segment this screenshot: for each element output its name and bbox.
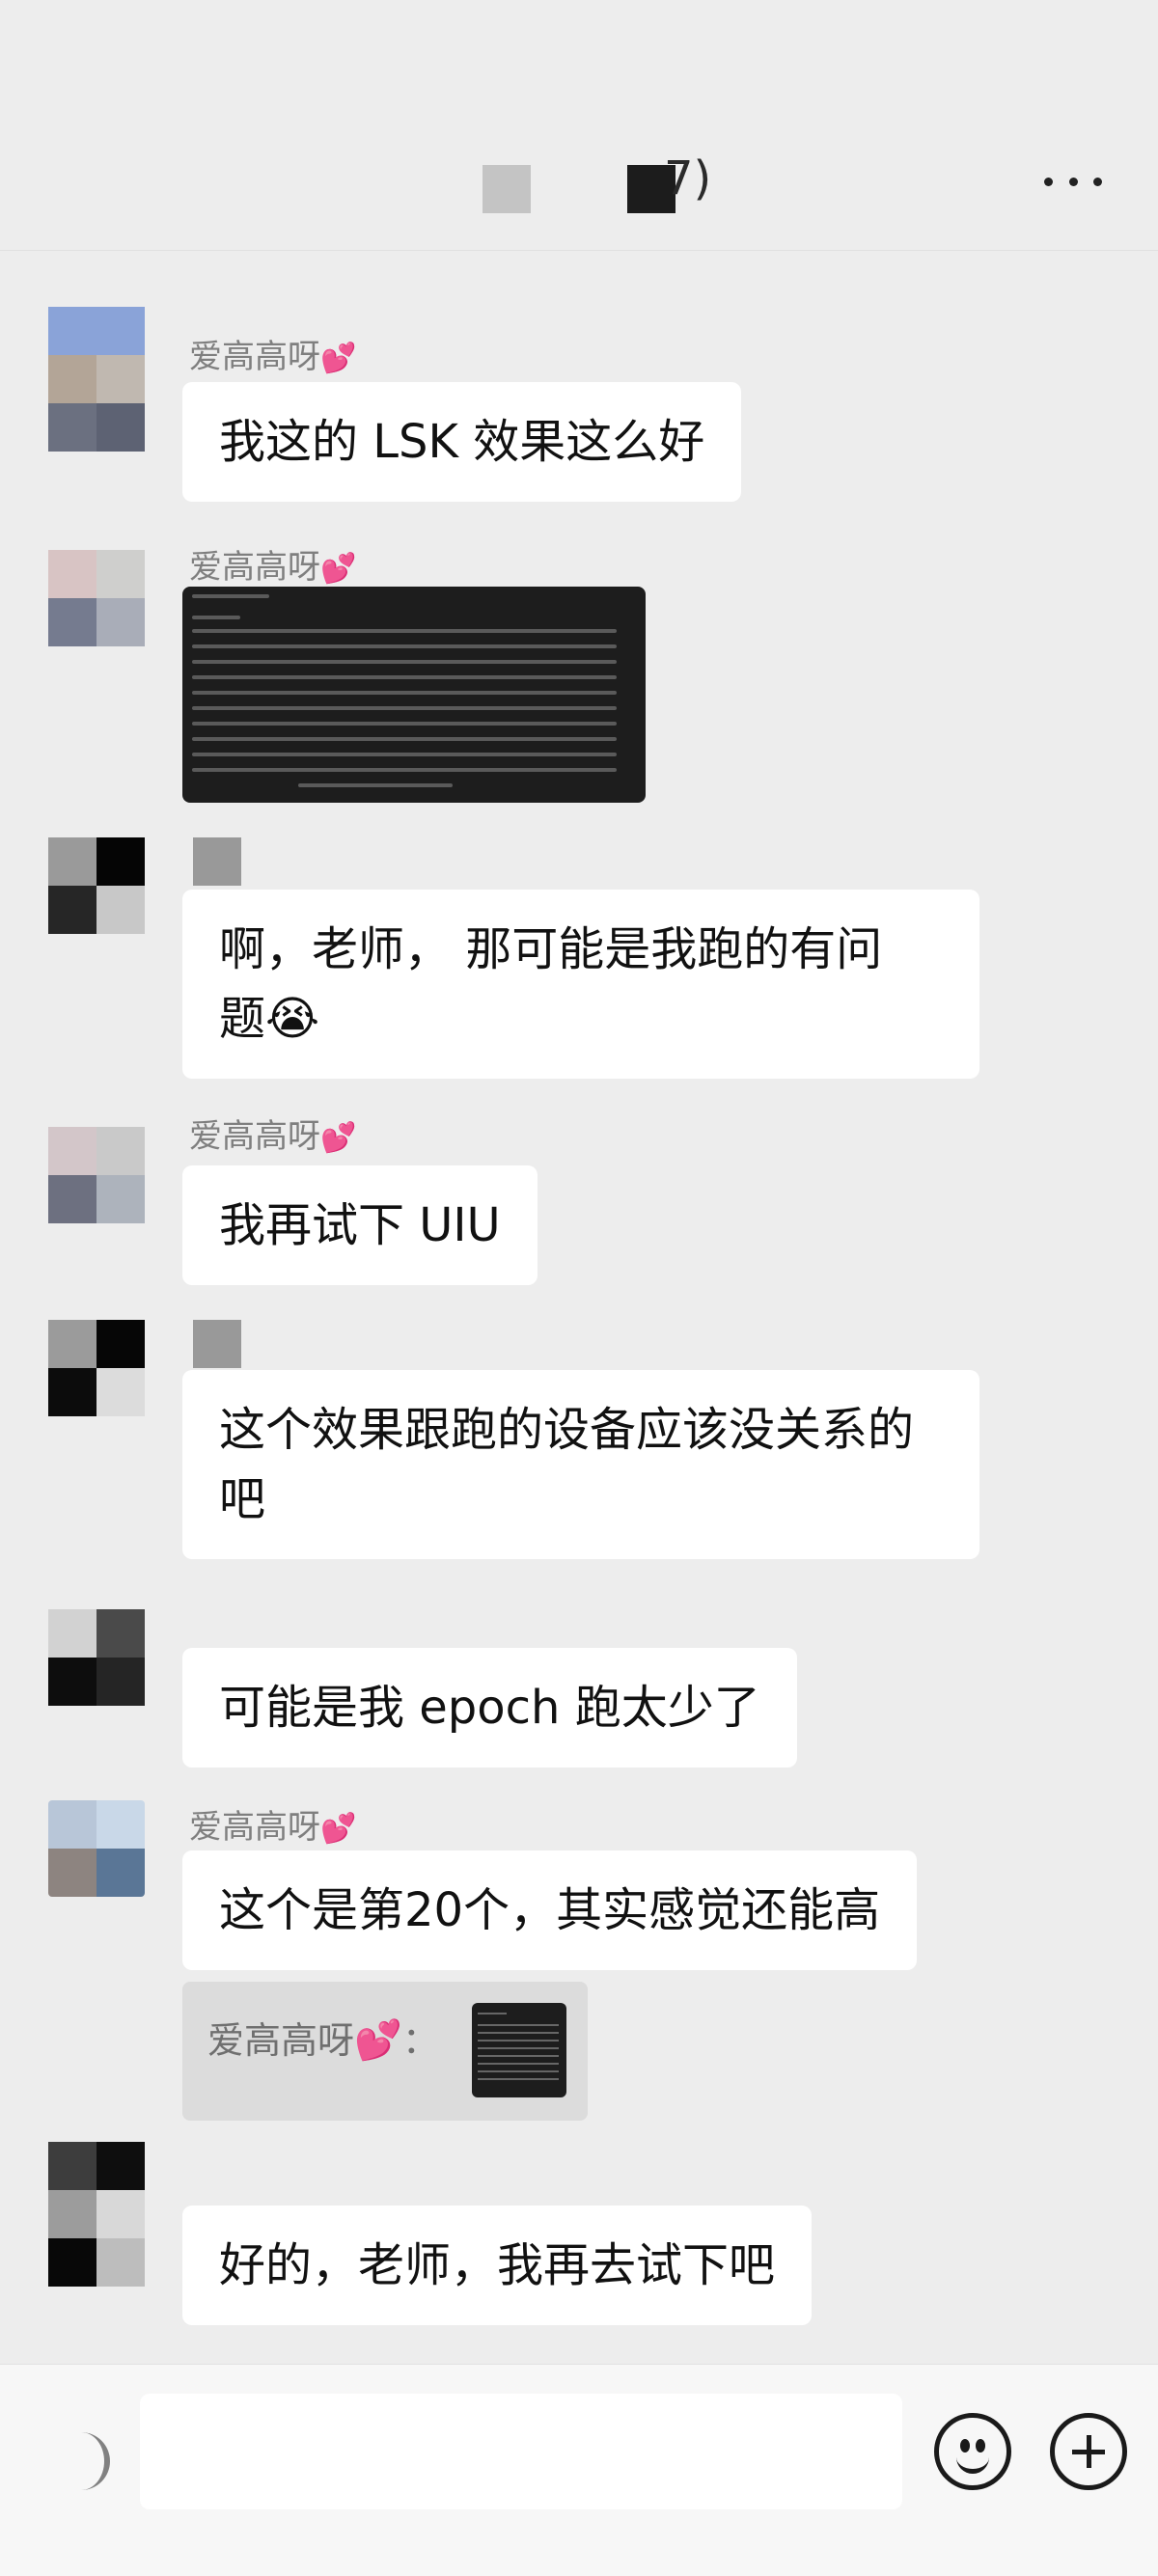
emoji-icon[interactable] [934,2413,1011,2490]
bubble-line: 题😭 [219,992,320,1046]
sender-name: 爱高高呀💕 [189,338,357,376]
avatar-lower [48,403,145,452]
avatar[interactable] [48,1127,145,1223]
voice-icon[interactable] [68,2432,110,2490]
avatar[interactable] [48,550,145,646]
avatar[interactable] [48,1800,145,1897]
image-message[interactable] [182,587,646,803]
avatar[interactable] [48,2142,145,2287]
bubble-line: 啊，老师， 那可能是我跑的有问 [219,922,883,976]
avatar[interactable] [48,307,145,403]
sender-redacted [193,837,241,886]
sender-name: 爱高高呀💕 [189,1117,357,1156]
title-redacted-block [482,165,531,213]
input-bar [0,2364,1158,2576]
message-bubble[interactable]: 这个效果跟跑的设备应该没关系的 吧 [182,1370,979,1559]
avatar[interactable] [48,1609,145,1706]
plus-icon[interactable] [1050,2413,1127,2490]
title-member-count: 7) [664,151,712,206]
quote-sender: 爱高高呀💕： [207,2018,439,2063]
sender-redacted [193,1320,241,1368]
avatar[interactable] [48,1320,145,1416]
avatar[interactable] [48,837,145,934]
chat-title: 7) [0,150,1158,217]
sender-name: 爱高高呀💕 [189,548,357,587]
more-dots-icon[interactable] [1044,172,1102,191]
chat-header: 7) [0,0,1158,251]
message-input[interactable] [140,2394,902,2509]
bubble-line: 这个效果跟跑的设备应该没关系的 [219,1403,915,1457]
quote-image-thumbnail [472,2003,566,2097]
message-bubble[interactable]: 我这的 LSK 效果这么好 [182,382,742,502]
message-bubble[interactable]: 这个是第20个，其实感觉还能高 [182,1850,918,1970]
message-bubble[interactable]: 可能是我 epoch 跑太少了 [182,1648,797,1768]
message-bubble[interactable]: 啊，老师， 那可能是我跑的有问 题😭 [182,890,979,1079]
sender-name: 爱高高呀💕 [189,1808,357,1847]
bubble-line: 吧 [219,1472,266,1526]
quoted-reply[interactable]: 爱高高呀💕： [182,1982,588,2121]
crying-laughing-emoji-icon: 😭 [265,992,320,1046]
message-bubble[interactable]: 好的，老师，我再去试下吧 [182,2206,813,2325]
message-bubble[interactable]: 我再试下 UIU [182,1165,538,1285]
